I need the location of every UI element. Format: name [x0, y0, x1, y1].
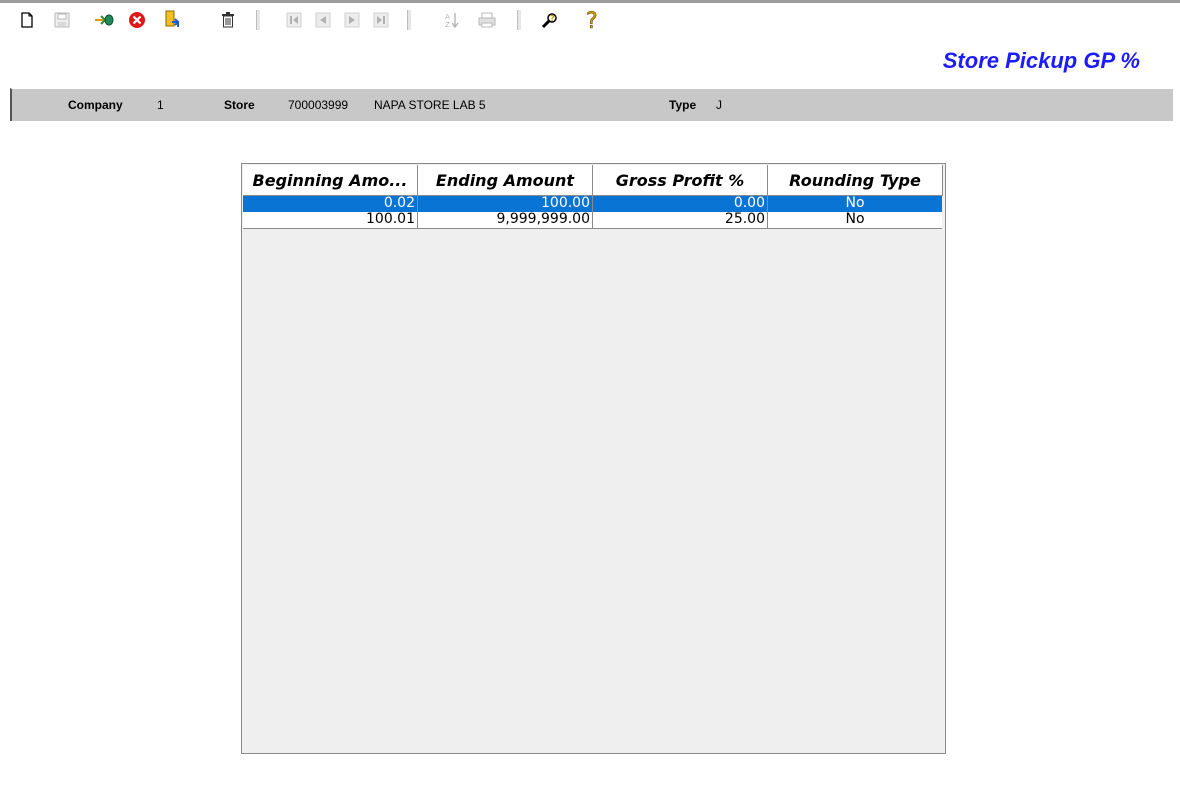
table-row[interactable]: 100.01 9,999,999.00 25.00 No	[243, 212, 942, 229]
delete-icon[interactable]	[218, 10, 238, 30]
svg-text:?: ?	[586, 9, 598, 31]
type-label: Type	[669, 98, 697, 112]
help-icon[interactable]: ?	[583, 9, 603, 31]
toolbar: AZ ? ?	[0, 0, 1180, 37]
gp-grid[interactable]: Beginning Amo... Ending Amount Gross Pro…	[241, 163, 946, 754]
save-icon[interactable]	[52, 10, 72, 30]
cancel-icon[interactable]	[127, 10, 147, 30]
toolbar-separator	[256, 10, 261, 30]
lookup-icon[interactable]: ?	[540, 10, 560, 30]
print-icon[interactable]	[477, 10, 497, 30]
next-record-icon[interactable]	[342, 10, 362, 30]
svg-text:?: ?	[550, 14, 555, 23]
edit-document-icon[interactable]	[162, 10, 182, 30]
toolbar-separator	[517, 10, 522, 30]
company-label: Company	[68, 98, 123, 112]
type-value: J	[716, 98, 722, 112]
svg-text:Z: Z	[445, 21, 450, 29]
last-record-icon[interactable]	[371, 10, 391, 30]
cell-beginning-amount[interactable]: 100.01	[243, 212, 418, 228]
grid-header: Beginning Amo... Ending Amount Gross Pro…	[243, 165, 943, 196]
sort-icon[interactable]: AZ	[442, 10, 462, 30]
cell-gross-profit[interactable]: 25.00	[593, 212, 768, 228]
cell-ending-amount[interactable]: 100.00	[418, 196, 593, 212]
toolbar-separator	[407, 10, 412, 30]
page-title: Store Pickup GP %	[942, 48, 1140, 73]
store-label: Store	[224, 98, 255, 112]
column-header-gross-profit[interactable]: Gross Profit %	[593, 165, 768, 196]
enter-icon[interactable]	[94, 10, 114, 30]
cell-ending-amount[interactable]: 9,999,999.00	[418, 212, 593, 228]
cell-rounding-type[interactable]: No	[768, 196, 942, 212]
previous-record-icon[interactable]	[313, 10, 333, 30]
column-header-beginning-amount[interactable]: Beginning Amo...	[243, 165, 418, 196]
info-bar: Company 1 Store 700003999 NAPA STORE LAB…	[10, 88, 1173, 121]
cell-rounding-type[interactable]: No	[768, 212, 942, 228]
store-value: 700003999	[288, 98, 349, 112]
company-value: 1	[157, 98, 164, 112]
cell-gross-profit[interactable]: 0.00	[593, 196, 768, 212]
first-record-icon[interactable]	[284, 10, 304, 30]
table-row[interactable]: 0.02 100.00 0.00 No	[243, 196, 942, 212]
column-header-ending-amount[interactable]: Ending Amount	[418, 165, 593, 196]
column-header-rounding-type[interactable]: Rounding Type	[768, 165, 943, 196]
svg-text:A: A	[445, 13, 450, 21]
new-icon[interactable]	[17, 10, 37, 30]
cell-beginning-amount[interactable]: 0.02	[243, 196, 418, 212]
store-name: NAPA STORE LAB 5	[374, 98, 486, 112]
